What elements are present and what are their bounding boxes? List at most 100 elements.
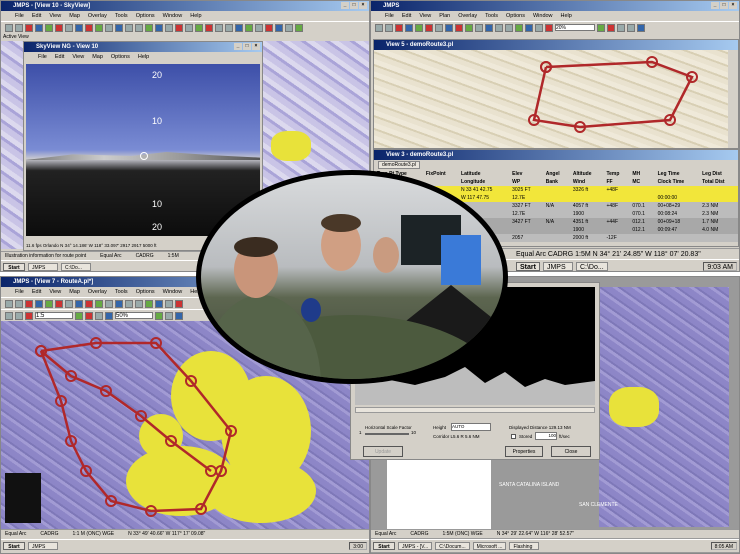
task-button[interactable]: C:\Docum... xyxy=(435,542,470,550)
skyview-3d-view[interactable]: 20 10 10 20 xyxy=(26,64,260,236)
coastal-map[interactable]: SANTA CATALINA ISLAND SAN CLEMENTE xyxy=(499,287,729,527)
column-header[interactable]: WP xyxy=(509,178,543,186)
start-button[interactable]: Start xyxy=(516,262,540,271)
tab-route[interactable]: demoRoute3.pl xyxy=(378,161,420,169)
route-map[interactable] xyxy=(374,50,728,148)
column-header[interactable]: Elev xyxy=(509,170,543,178)
scale-factor-slider[interactable] xyxy=(365,433,409,435)
task-button[interactable]: C:\Do... xyxy=(61,263,91,271)
column-header[interactable]: Clock Time xyxy=(655,178,700,186)
table-cell: 00+08+29 xyxy=(657,203,681,209)
menu-view[interactable]: View xyxy=(419,11,431,21)
close-button[interactable]: × xyxy=(359,2,367,9)
task-button[interactable]: JMPS xyxy=(28,542,58,550)
menu-file[interactable]: File xyxy=(38,52,47,62)
task-button[interactable]: JMPS xyxy=(542,262,573,271)
column-header[interactable]: Longitude xyxy=(458,178,509,186)
taskbar: Start JMPS 3:00 xyxy=(1,539,369,552)
column-header[interactable]: MC xyxy=(629,178,654,186)
start-button[interactable]: Start xyxy=(3,542,25,550)
aircraft-reticle-icon xyxy=(140,152,148,160)
window-title: JMPS - [View 7 - RouteA.pl*] xyxy=(13,279,94,285)
route-line[interactable] xyxy=(532,60,694,129)
menu-overlay[interactable]: Overlay xyxy=(88,11,107,21)
menu-map[interactable]: Map xyxy=(69,11,80,21)
table-cell: 3327 FT xyxy=(512,203,531,209)
menu-window[interactable]: Window xyxy=(163,11,183,21)
task-button[interactable]: Flashing xyxy=(509,542,540,550)
column-header[interactable]: FF xyxy=(603,178,629,186)
table-cell: 3326 ft xyxy=(572,187,589,193)
column-header[interactable]: Leg Time xyxy=(655,170,700,178)
stored-checkbox[interactable] xyxy=(511,434,516,439)
menu-view[interactable]: View xyxy=(49,287,61,297)
menu-plan[interactable]: Plan xyxy=(439,11,450,21)
minimize-button[interactable]: _ xyxy=(341,2,349,9)
close-button[interactable]: Close xyxy=(551,446,591,457)
start-button[interactable]: Start xyxy=(3,263,25,271)
menu-edit[interactable]: Edit xyxy=(55,52,64,62)
menu-window[interactable]: Window xyxy=(533,11,553,21)
table-cell xyxy=(570,194,604,202)
column-header[interactable]: Altitude xyxy=(570,170,604,178)
close-button[interactable]: × xyxy=(252,43,260,50)
table-cell: -12F xyxy=(606,235,617,241)
menu-edit[interactable]: Edit xyxy=(32,287,41,297)
column-header[interactable]: Angel xyxy=(543,170,570,178)
menu-help[interactable]: Help xyxy=(561,11,572,21)
task-button[interactable]: JMPS - [V... xyxy=(398,542,433,550)
scrollbar[interactable] xyxy=(355,407,595,413)
zoom-select[interactable]: 20% xyxy=(555,24,595,31)
menu-help[interactable]: Help xyxy=(190,11,201,21)
menu-tools[interactable]: Tools xyxy=(485,11,498,21)
menu-help[interactable]: Help xyxy=(138,52,149,62)
update-button[interactable]: Update xyxy=(363,446,403,457)
column-header[interactable]: Bank xyxy=(543,178,570,186)
menu-options[interactable]: Options xyxy=(136,11,155,21)
zoom-select[interactable]: 50% xyxy=(115,312,153,319)
menu-view[interactable]: View xyxy=(72,52,84,62)
close-button[interactable]: × xyxy=(729,2,737,9)
maximize-button[interactable]: □ xyxy=(350,2,358,9)
task-button[interactable]: JMPS xyxy=(28,263,58,271)
menu-map[interactable]: Map xyxy=(92,52,103,62)
menu-edit[interactable]: Edit xyxy=(402,11,411,21)
scale-select[interactable]: 1:5 xyxy=(35,312,73,319)
table-cell xyxy=(603,194,629,202)
menu-tools[interactable]: Tools xyxy=(115,287,128,297)
height-label: Height xyxy=(433,425,447,430)
route-overlay xyxy=(528,56,698,133)
height-select[interactable]: AUTO xyxy=(451,423,491,431)
table-cell xyxy=(603,210,629,218)
menu-map[interactable]: Map xyxy=(69,287,80,297)
menu-overlay[interactable]: Overlay xyxy=(458,11,477,21)
menu-file[interactable]: File xyxy=(15,287,24,297)
menu-window[interactable]: Window xyxy=(163,287,183,297)
column-header[interactable]: Wind xyxy=(570,178,604,186)
menu-overlay[interactable]: Overlay xyxy=(88,287,107,297)
column-header[interactable]: MH xyxy=(629,170,654,178)
table-cell: 2057 xyxy=(512,235,524,241)
column-header[interactable]: Latitude xyxy=(458,170,509,178)
column-header[interactable]: FixPoint xyxy=(423,170,458,178)
menu-file[interactable]: File xyxy=(385,11,394,21)
column-header[interactable]: Total Dist xyxy=(699,178,738,186)
task-button[interactable]: C:\Do... xyxy=(575,262,608,271)
status-bar: Equal Arc CADRG 1:5M (ONC) WGE N 34° 29' 22… xyxy=(371,529,739,538)
menu-edit[interactable]: Edit xyxy=(32,11,41,21)
menu-tools[interactable]: Tools xyxy=(115,11,128,21)
menu-options[interactable]: Options xyxy=(111,52,130,62)
task-button[interactable]: Microsoft ... xyxy=(472,542,507,550)
menu-options[interactable]: Options xyxy=(136,287,155,297)
menu-view[interactable]: View xyxy=(49,11,61,21)
table-cell: 00:09:47 xyxy=(657,227,678,233)
menu-file[interactable]: File xyxy=(15,11,24,21)
column-header[interactable]: Leg Dist xyxy=(699,170,738,178)
menu-options[interactable]: Options xyxy=(506,11,525,21)
column-header[interactable]: Temp xyxy=(603,170,629,178)
clock: 9:03 AM xyxy=(703,262,737,271)
map-label: SANTA CATALINA ISLAND xyxy=(499,482,560,488)
properties-button[interactable]: Properties xyxy=(505,446,543,457)
start-button[interactable]: Start xyxy=(373,542,395,550)
stored-input[interactable]: 100 xyxy=(535,432,557,440)
